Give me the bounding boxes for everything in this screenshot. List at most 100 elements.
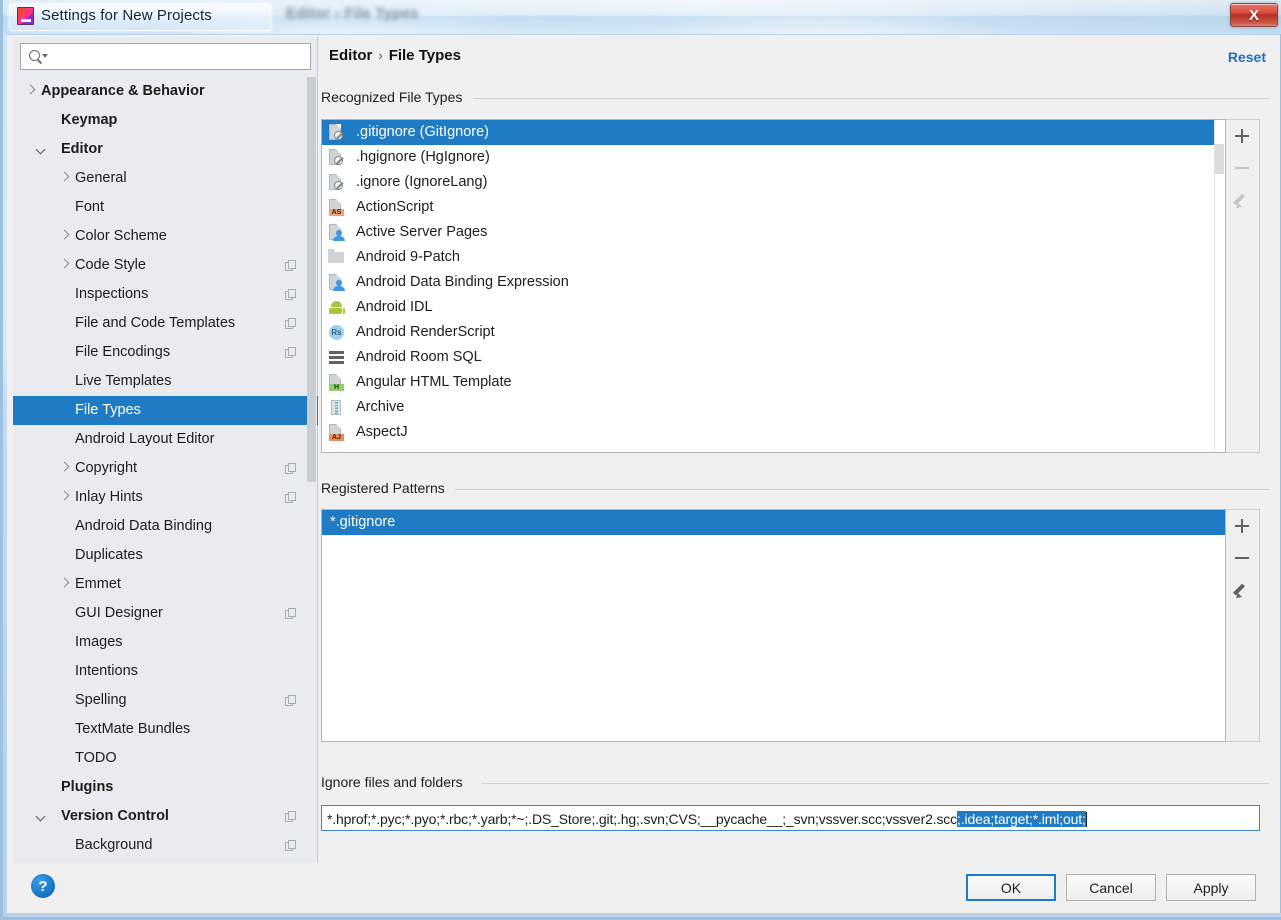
sidebar-item-spelling[interactable]: Spelling <box>13 686 318 715</box>
registered-patterns-toolbar <box>1226 509 1260 742</box>
chevron-down-icon[interactable] <box>37 811 47 821</box>
remove-pattern-button[interactable] <box>1226 542 1258 574</box>
chevron-right-icon[interactable] <box>59 173 69 183</box>
sidebar-item-images[interactable]: Images <box>13 628 318 657</box>
file-type-label: AspectJ <box>356 424 408 440</box>
sidebar-item-gui-designer[interactable]: GUI Designer <box>13 599 318 628</box>
breadcrumb: Editor › File Types <box>329 47 461 64</box>
copy-settings-icon[interactable] <box>285 695 296 706</box>
title-bar-ghost-breadcrumb: Editor › File Types <box>286 5 419 22</box>
ok-button[interactable]: OK <box>966 874 1056 901</box>
file-type-row[interactable]: .gitignore (GitIgnore) <box>322 120 1225 145</box>
chevron-right-icon[interactable] <box>59 463 69 473</box>
chevron-right-icon[interactable] <box>59 260 69 270</box>
add-pattern-button[interactable] <box>1226 510 1258 542</box>
file-type-row[interactable]: Active Server Pages <box>322 220 1225 245</box>
search-box[interactable] <box>20 43 311 70</box>
sidebar-item-label: TODO <box>75 750 117 766</box>
registered-patterns-list[interactable]: *.gitignore <box>321 509 1226 742</box>
sidebar-item-inlay-hints[interactable]: Inlay Hints <box>13 483 318 512</box>
cancel-button[interactable]: Cancel <box>1066 874 1156 901</box>
chevron-right-icon[interactable] <box>59 492 69 502</box>
sidebar-scrollbar-thumb[interactable] <box>307 77 316 482</box>
close-window-button[interactable]: X <box>1230 3 1278 27</box>
recognized-list-scrollbar-thumb[interactable] <box>1215 144 1224 174</box>
sidebar-item-plugins[interactable]: Plugins <box>13 773 318 802</box>
copy-settings-icon[interactable] <box>285 260 296 271</box>
breadcrumb-root[interactable]: Editor <box>329 47 372 64</box>
copy-settings-icon[interactable] <box>285 318 296 329</box>
file-type-row[interactable]: Android Data Binding Expression <box>322 270 1225 295</box>
sidebar-item-general[interactable]: General <box>13 164 318 193</box>
search-input[interactable] <box>51 47 303 67</box>
sidebar-item-font[interactable]: Font <box>13 193 318 222</box>
ignore-files-input[interactable]: *.hprof;*.pyc;*.pyo;*.rbc;*.yarb;*~;.DS_… <box>321 805 1260 831</box>
sidebar-item-appearance-behavior[interactable]: Appearance & Behavior <box>13 77 318 106</box>
recognized-file-types-label: Recognized File Types <box>321 89 471 105</box>
file-type-row[interactable]: .ignore (IgnoreLang) <box>322 170 1225 195</box>
recognized-list-scrollbar-track[interactable] <box>1214 120 1225 452</box>
copy-settings-icon[interactable] <box>285 289 296 300</box>
copy-settings-icon[interactable] <box>285 811 296 822</box>
apply-button[interactable]: Apply <box>1166 874 1256 901</box>
sidebar-scrollbar-track[interactable] <box>307 77 317 863</box>
file-type-label: .ignore (IgnoreLang) <box>356 174 488 190</box>
add-file-type-button[interactable] <box>1226 120 1258 152</box>
file-type-row[interactable]: Archive <box>322 395 1225 420</box>
sidebar-item-file-types[interactable]: File Types <box>13 396 318 425</box>
file-type-row[interactable]: AS ActionScript <box>322 195 1225 220</box>
copy-settings-icon[interactable] <box>285 492 296 503</box>
help-button[interactable]: ? <box>31 874 55 898</box>
ignore-text-unselected: *.hprof;*.pyc;*.pyo;*.rbc;*.yarb;*~;.DS_… <box>327 811 958 827</box>
copy-settings-icon[interactable] <box>285 463 296 474</box>
sidebar-item-label: General <box>75 170 127 186</box>
recognized-file-types-list[interactable]: .gitignore (GitIgnore) .hgignore (HgIgnor… <box>321 119 1226 453</box>
sidebar-item-android-data-binding[interactable]: Android Data Binding <box>13 512 318 541</box>
sidebar-item-intentions[interactable]: Intentions <box>13 657 318 686</box>
chevron-right-icon[interactable] <box>59 579 69 589</box>
ignore-files-label: Ignore files and folders <box>321 774 471 790</box>
sidebar-item-label: Appearance & Behavior <box>41 83 205 99</box>
sidebar-item-label: TextMate Bundles <box>75 721 191 737</box>
sidebar-item-emmet[interactable]: Emmet <box>13 570 318 599</box>
sidebar-item-background[interactable]: Background <box>13 831 318 860</box>
sidebar-item-keymap[interactable]: Keymap <box>13 106 318 135</box>
sidebar-item-textmate-bundles[interactable]: TextMate Bundles <box>13 715 318 744</box>
copy-settings-icon[interactable] <box>285 347 296 358</box>
sidebar-item-live-templates[interactable]: Live Templates <box>13 367 318 396</box>
sidebar-item-inspections[interactable]: Inspections <box>13 280 318 309</box>
file-type-row[interactable]: Rs Android RenderScript <box>322 320 1225 345</box>
file-type-row[interactable]: AJ AspectJ <box>322 420 1225 445</box>
file-type-row[interactable]: H Angular HTML Template <box>322 370 1225 395</box>
sidebar-item-label: Android Data Binding <box>75 518 213 534</box>
sidebar-item-copyright[interactable]: Copyright <box>13 454 318 483</box>
file-type-label: Android 9-Patch <box>356 249 460 265</box>
sidebar-item-color-scheme[interactable]: Color Scheme <box>13 222 318 251</box>
sidebar-item-todo[interactable]: TODO <box>13 744 318 773</box>
sidebar-item-android-layout-editor[interactable]: Android Layout Editor <box>13 425 318 454</box>
sidebar-item-file-and-code-templates[interactable]: File and Code Templates <box>13 309 318 338</box>
recognized-file-types-section-header: Recognized File Types <box>321 89 1271 107</box>
sidebar-item-label: Font <box>75 199 105 215</box>
file-type-row[interactable]: Android IDL <box>322 295 1225 320</box>
sidebar-item-version-control[interactable]: Version Control <box>13 802 318 831</box>
doc-person-icon <box>328 274 345 291</box>
chevron-right-icon[interactable] <box>25 86 35 96</box>
chevron-down-icon[interactable] <box>37 144 47 154</box>
sidebar-item-code-style[interactable]: Code Style <box>13 251 318 280</box>
pattern-row[interactable]: *.gitignore <box>322 510 1225 535</box>
file-type-row[interactable]: Android Room SQL <box>322 345 1225 370</box>
edit-pattern-button[interactable] <box>1226 574 1258 606</box>
sidebar-item-editor[interactable]: Editor <box>13 135 318 164</box>
chevron-right-icon[interactable] <box>59 231 69 241</box>
reset-link[interactable]: Reset <box>1228 49 1266 65</box>
sidebar-item-label: Copyright <box>75 460 138 476</box>
file-type-row[interactable]: Android 9-Patch <box>322 245 1225 270</box>
copy-settings-icon[interactable] <box>285 840 296 851</box>
file-type-row[interactable]: .hgignore (HgIgnore) <box>322 145 1225 170</box>
sidebar-item-label: Plugins <box>61 779 114 795</box>
file-type-label: Android Data Binding Expression <box>356 274 569 290</box>
sidebar-item-duplicates[interactable]: Duplicates <box>13 541 318 570</box>
sidebar-item-file-encodings[interactable]: File Encodings <box>13 338 318 367</box>
copy-settings-icon[interactable] <box>285 608 296 619</box>
